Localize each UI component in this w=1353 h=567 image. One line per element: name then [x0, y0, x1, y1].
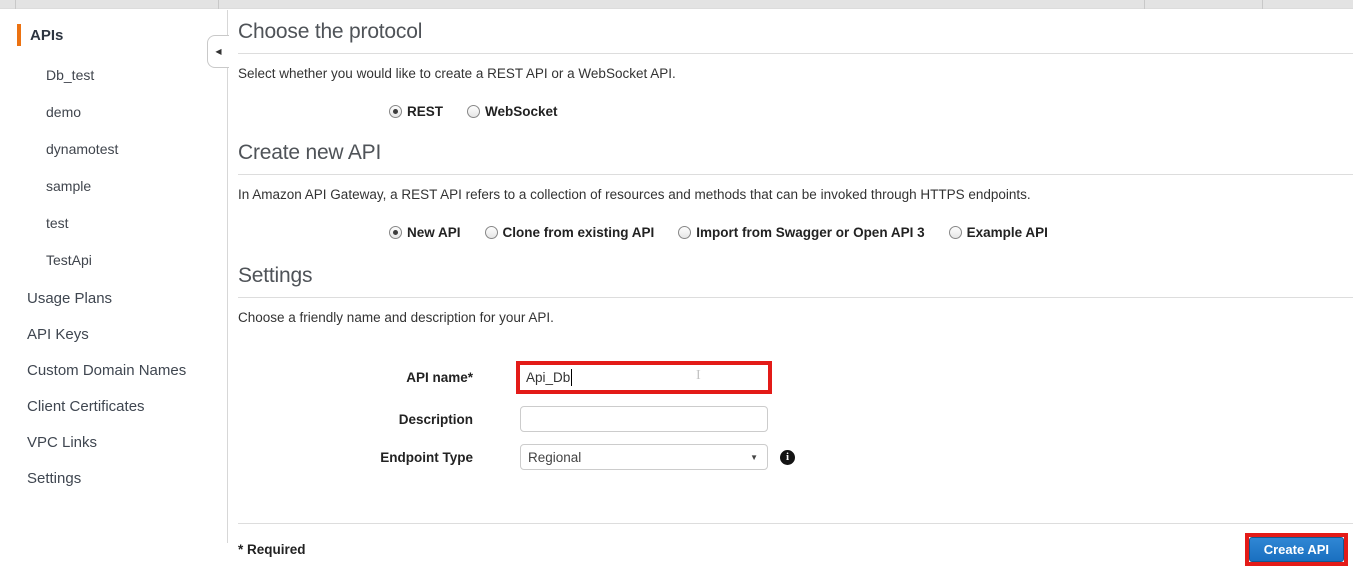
radio-rest-label: REST — [407, 104, 444, 119]
page-title-protocol: Choose the protocol — [238, 20, 423, 43]
api-name-row: API name* I — [238, 361, 1353, 394]
sidebar-item-settings[interactable]: Settings — [0, 461, 227, 497]
strip-divider — [218, 0, 219, 9]
settings-form: API name* I Description Endpoint Type Re… — [238, 361, 1353, 470]
radio-import-swagger-label: Import from Swagger or Open API 3 — [696, 225, 925, 240]
sidebar-item-vpc-links[interactable]: VPC Links — [0, 425, 227, 461]
sidebar-item-dynamotest[interactable]: dynamotest — [0, 131, 227, 168]
api-name-input[interactable] — [520, 365, 768, 390]
sidebar-item-db-test[interactable]: Db_test — [0, 57, 227, 94]
page-title-create-api: Create new API — [238, 141, 382, 164]
protocol-description: Select whether you would like to create … — [238, 66, 676, 81]
radio-button-icon — [389, 105, 402, 118]
section-divider — [238, 297, 1353, 298]
strip-divider — [1144, 0, 1145, 9]
api-list: Db_test demo dynamotest sample test Test… — [0, 57, 227, 279]
radio-button-icon — [678, 226, 692, 239]
page-title-settings: Settings — [238, 264, 313, 287]
info-icon[interactable]: i — [780, 449, 795, 465]
text-caret — [571, 369, 572, 386]
footer-divider — [238, 523, 1353, 524]
settings-description: Choose a friendly name and description f… — [238, 310, 554, 325]
chevron-left-icon: ◀ — [215, 46, 222, 56]
sidebar-item-client-certificates[interactable]: Client Certificates — [0, 389, 227, 425]
section-divider — [238, 174, 1353, 175]
active-accent-bar — [17, 24, 21, 46]
endpoint-type-value: Regional — [528, 449, 582, 465]
nav-list: Usage Plans API Keys Custom Domain Names… — [0, 281, 227, 497]
main-content: Choose the protocol Select whether you w… — [229, 10, 1353, 567]
create-api-button[interactable]: Create API — [1248, 537, 1344, 562]
radio-example-api-label: Example API — [966, 225, 1048, 240]
radio-new-api[interactable]: New API — [389, 225, 461, 240]
radio-import-swagger[interactable]: Import from Swagger or Open API 3 — [678, 225, 925, 240]
endpoint-type-row: Endpoint Type Regional ▼ i — [238, 444, 1353, 470]
sidebar-collapse-button[interactable]: ◀ — [207, 35, 229, 68]
sidebar-item-api-keys[interactable]: API Keys — [0, 317, 227, 353]
sidebar-item-test[interactable]: test — [0, 205, 227, 242]
sidebar-item-usage-plans[interactable]: Usage Plans — [0, 281, 227, 317]
radio-button-icon — [484, 226, 498, 239]
section-choose-protocol: Choose the protocol Select whether you w… — [238, 20, 1353, 119]
section-divider — [238, 53, 1353, 54]
radio-example-api[interactable]: Example API — [948, 225, 1048, 240]
strip-divider — [15, 0, 16, 9]
sidebar: APIs Db_test demo dynamotest sample test… — [0, 10, 228, 543]
required-note: * Required — [238, 542, 306, 557]
sidebar-item-testapi[interactable]: TestApi — [0, 242, 227, 279]
radio-button-icon — [948, 226, 962, 239]
create-api-radio-group: New API Clone from existing API Import f… — [389, 225, 1353, 240]
chevron-down-icon: ▼ — [750, 453, 758, 462]
section-settings: Settings Choose a friendly name and desc… — [238, 264, 1353, 470]
description-label: Description — [398, 411, 473, 427]
endpoint-type-select[interactable]: Regional ▼ — [520, 444, 768, 470]
create-api-description: In Amazon API Gateway, a REST API refers… — [238, 187, 1031, 202]
sidebar-item-custom-domain-names[interactable]: Custom Domain Names — [0, 353, 227, 389]
annotation-highlight-box: Create API — [1244, 533, 1348, 566]
description-input[interactable] — [520, 406, 768, 432]
description-row: Description — [238, 406, 1353, 432]
endpoint-type-label: Endpoint Type — [380, 449, 473, 465]
sidebar-item-sample[interactable]: sample — [0, 168, 227, 205]
api-name-label: API name* — [406, 370, 473, 385]
footer: * Required Create API — [238, 533, 1353, 566]
radio-websocket[interactable]: WebSocket — [467, 104, 558, 119]
annotation-highlight-box: I — [516, 361, 772, 394]
radio-clone-api[interactable]: Clone from existing API — [484, 225, 655, 240]
sidebar-apis-label: APIs — [30, 26, 64, 44]
sidebar-item-demo[interactable]: demo — [0, 94, 227, 131]
radio-websocket-label: WebSocket — [485, 104, 558, 119]
radio-rest[interactable]: REST — [389, 104, 443, 119]
protocol-radio-group: REST WebSocket — [389, 104, 1353, 119]
strip-divider — [1262, 0, 1263, 9]
sidebar-item-apis[interactable]: APIs — [0, 23, 227, 47]
radio-button-icon — [467, 105, 481, 118]
radio-button-icon — [389, 226, 402, 239]
browser-strip — [0, 0, 1353, 9]
section-create-new-api: Create new API In Amazon API Gateway, a … — [238, 141, 1353, 240]
radio-clone-api-label: Clone from existing API — [502, 225, 655, 240]
radio-new-api-label: New API — [407, 225, 461, 240]
